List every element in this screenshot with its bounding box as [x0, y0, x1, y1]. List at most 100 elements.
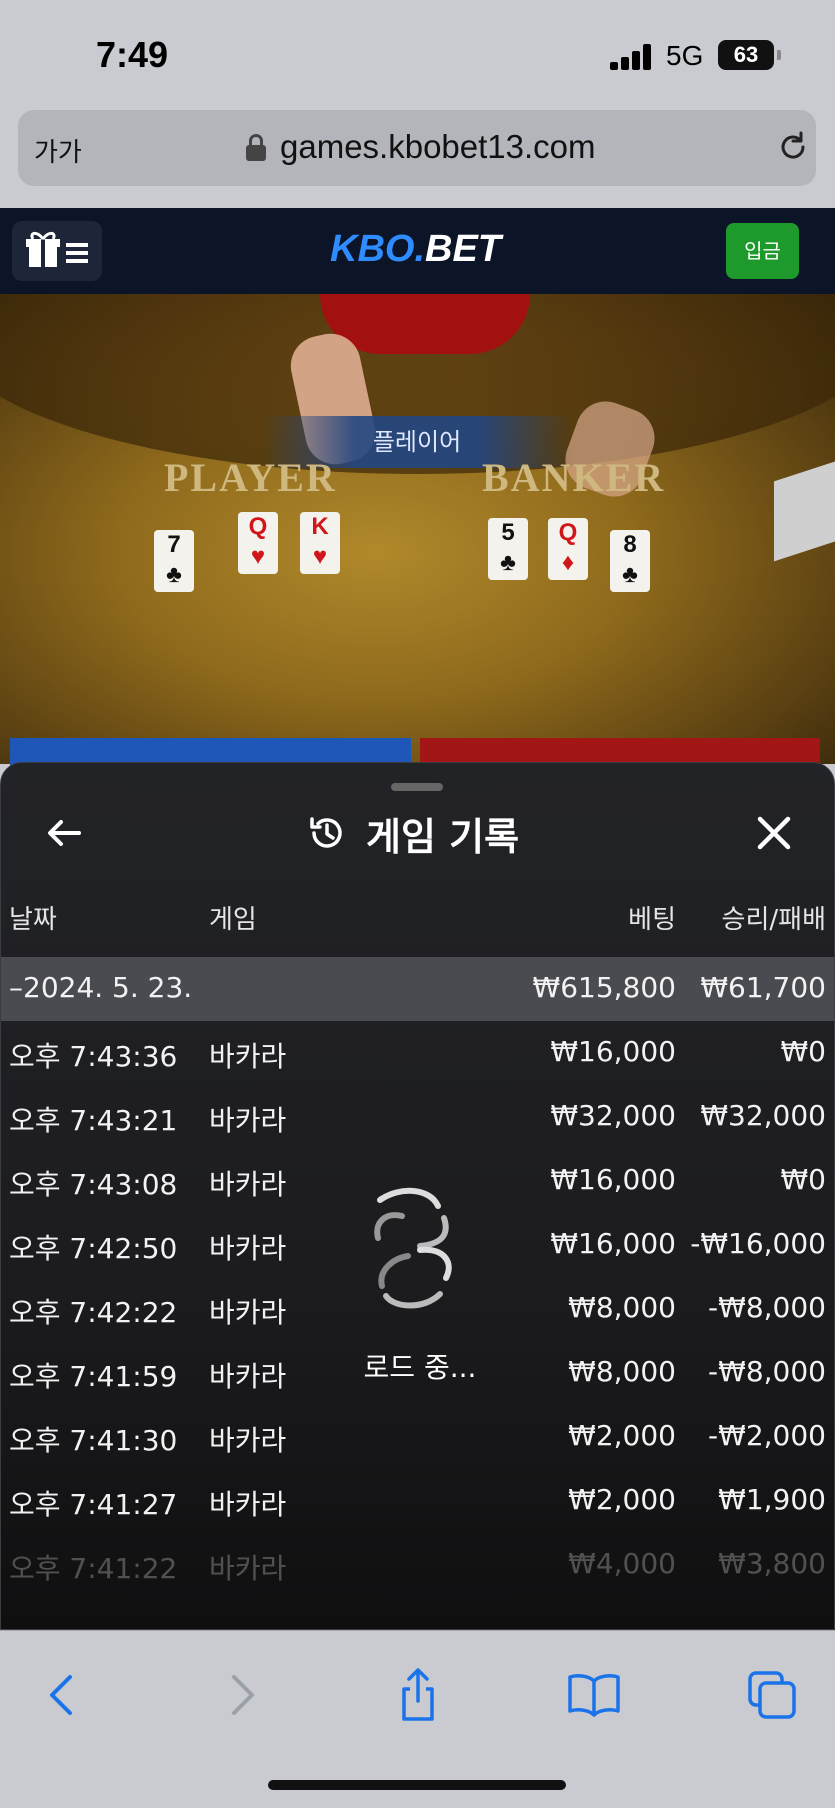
row-time: 오후 7:41:27 — [9, 1488, 178, 1521]
deposit-button[interactable]: 입금 — [726, 223, 799, 279]
banker-card: Q ♦ — [548, 518, 588, 580]
row-game: 바카라 — [209, 1360, 287, 1393]
logo-kbo: KBO. — [330, 228, 425, 270]
player-label: PLAYER — [164, 455, 337, 500]
row-bet: ₩2,000 — [568, 1483, 676, 1516]
card-suit: ♣ — [166, 561, 182, 588]
row-time: 오후 7:43:21 — [9, 1104, 178, 1137]
text-size-button[interactable]: 가가 — [34, 132, 82, 169]
table-row[interactable]: 오후 7:43:36 바카라 ₩16,000 ₩0 — [1, 1021, 834, 1085]
row-bet: ₩16,000 — [550, 1227, 676, 1260]
card-rank: 7 — [167, 531, 181, 558]
row-game: 바카라 — [209, 1552, 287, 1585]
address-bar[interactable]: 가가 games.kbobet13.com — [18, 110, 816, 186]
row-game: 바카라 — [209, 1424, 287, 1457]
site-logo[interactable]: KBO.BET — [330, 228, 501, 271]
table-row[interactable]: 오후 7:43:21 바카라 ₩32,000 ₩32,000 — [1, 1085, 834, 1149]
bookmarks-icon[interactable] — [564, 1665, 624, 1725]
column-bet: 베팅 — [628, 905, 676, 935]
row-time: 오후 7:42:50 — [9, 1232, 178, 1265]
card-rank: Q — [558, 519, 578, 546]
row-bet: ₩16,000 — [550, 1035, 676, 1068]
loading-text: 로드 중... — [363, 1351, 477, 1384]
gift-icon — [26, 231, 88, 267]
history-icon — [310, 817, 342, 848]
card-shoe — [774, 458, 835, 562]
row-time: 오후 7:43:08 — [9, 1168, 178, 1201]
row-result: ₩32,000 — [700, 1099, 826, 1132]
row-bet: ₩16,000 — [550, 1163, 676, 1196]
group-result: ₩61,700 — [700, 971, 826, 1004]
group-date: –2024. 5. 23. — [9, 971, 193, 1004]
logo-bet: BET — [425, 228, 501, 270]
row-game: 바카라 — [209, 1232, 287, 1265]
table-header: 날짜 게임 베팅 승리/패배 — [1, 893, 834, 943]
row-bet: ₩8,000 — [568, 1291, 676, 1324]
sheet-header: 게임 기록 — [306, 807, 519, 859]
player-card: 7 ♣ — [154, 530, 194, 592]
url-text[interactable]: games.kbobet13.com — [280, 128, 596, 166]
row-time: 오후 7:41:30 — [9, 1424, 178, 1457]
row-result: ₩0 — [780, 1035, 827, 1068]
card-suit: ♣ — [500, 549, 516, 576]
card-rank: Q — [248, 513, 268, 540]
table-row[interactable]: 오후 7:41:22 바카라 ₩4,000 ₩3,800 — [1, 1533, 834, 1597]
row-time: 오후 7:42:22 — [9, 1296, 178, 1329]
row-game: 바카라 — [209, 1104, 287, 1137]
card-suit: ♦ — [561, 549, 575, 576]
row-time: 오후 7:43:36 — [9, 1040, 178, 1073]
row-game: 바카라 — [209, 1168, 287, 1201]
table-row[interactable]: 오후 7:41:27 바카라 ₩2,000 ₩1,900 — [1, 1469, 834, 1533]
home-indicator — [268, 1780, 566, 1790]
table-row[interactable]: 오후 7:41:30 바카라 ₩2,000 -₩2,000 — [1, 1405, 834, 1469]
row-game: 바카라 — [209, 1040, 287, 1073]
row-bet: ₩4,000 — [568, 1547, 676, 1580]
player-card: Q ♥ — [238, 512, 278, 574]
share-icon[interactable] — [388, 1665, 448, 1725]
card-rank: 5 — [501, 519, 515, 546]
sheet-title: 게임 기록 — [366, 814, 520, 859]
banker-card: 5 ♣ — [488, 518, 528, 580]
row-result: ₩0 — [780, 1163, 827, 1196]
card-rank: 8 — [623, 531, 637, 558]
row-result: ₩1,900 — [718, 1483, 826, 1516]
sheet-grabber[interactable] — [391, 783, 443, 791]
tabs-icon[interactable] — [742, 1665, 802, 1725]
signal-icon — [610, 44, 652, 70]
row-result: -₩8,000 — [708, 1355, 826, 1388]
menu-button[interactable] — [12, 221, 102, 281]
row-game: 바카라 — [209, 1488, 287, 1521]
banker-card: 8 ♣ — [610, 530, 650, 592]
card-suit: ♥ — [250, 543, 266, 570]
row-bet: ₩8,000 — [568, 1355, 676, 1388]
card-suit: ♣ — [622, 561, 638, 588]
date-group-row[interactable]: –2024. 5. 23. ₩615,800 ₩61,700 — [1, 957, 834, 1021]
banker-label: BANKER — [482, 455, 666, 500]
battery-icon: 63 — [718, 40, 781, 70]
column-date: 날짜 — [9, 905, 57, 935]
card-rank: K — [311, 513, 329, 540]
row-bet: ₩32,000 — [550, 1099, 676, 1132]
loading-spinner-icon — [374, 1187, 452, 1309]
site-header: KBO.BET 입금 — [0, 208, 835, 294]
row-result: -₩2,000 — [708, 1419, 826, 1452]
status-time: 7:49 — [96, 34, 169, 75]
column-result: 승리/패배 — [721, 905, 826, 935]
row-time: 오후 7:41:59 — [9, 1360, 178, 1393]
player-card: K ♥ — [300, 512, 340, 574]
close-icon[interactable] — [747, 806, 801, 860]
lock-icon — [246, 134, 266, 161]
status-bar: 7:49 5G 63 — [0, 0, 835, 105]
row-result: -₩16,000 — [690, 1227, 826, 1260]
forward-icon[interactable] — [212, 1665, 272, 1725]
back-icon[interactable] — [32, 1665, 92, 1725]
column-game: 게임 — [209, 905, 257, 935]
reload-icon[interactable] — [776, 130, 810, 164]
row-game: 바카라 — [209, 1296, 287, 1329]
back-arrow-icon[interactable] — [39, 808, 89, 858]
row-bet: ₩2,000 — [568, 1419, 676, 1452]
network-type: 5G — [666, 40, 704, 71]
card-suit: ♥ — [312, 543, 328, 570]
group-bet: ₩615,800 — [532, 971, 676, 1004]
row-result: -₩8,000 — [708, 1291, 826, 1324]
